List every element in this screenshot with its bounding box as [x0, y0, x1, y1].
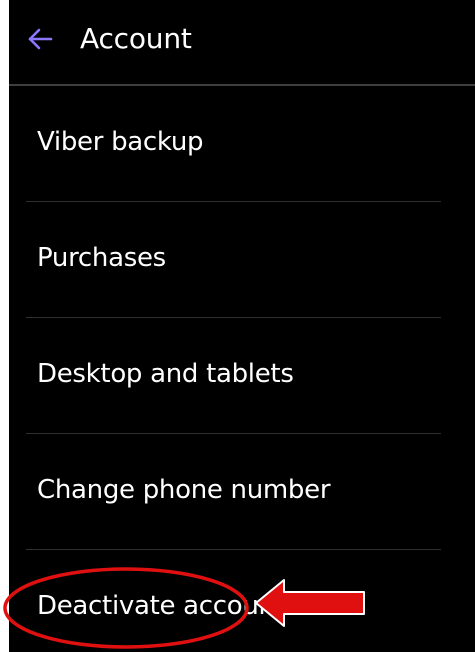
menu-item-label: Deactivate account — [37, 591, 285, 621]
menu-item-change-phone-number[interactable]: Change phone number — [9, 437, 475, 550]
divider — [26, 317, 441, 318]
menu-item-viber-backup[interactable]: Viber backup — [9, 89, 475, 202]
menu-item-label: Change phone number — [37, 475, 331, 505]
menu-item-label: Viber backup — [37, 127, 204, 157]
menu-item-deactivate-account[interactable]: Deactivate account — [9, 553, 475, 652]
menu-item-desktop-and-tablets[interactable]: Desktop and tablets — [9, 321, 475, 434]
app-bar: Account — [9, 0, 475, 86]
menu-item-label: Purchases — [37, 243, 166, 273]
page-title: Account — [80, 22, 192, 55]
account-settings-screen: Account Viber backup Purchases Desktop a… — [9, 0, 475, 652]
divider — [26, 201, 441, 202]
menu-item-label: Desktop and tablets — [37, 359, 294, 389]
divider — [26, 433, 441, 434]
divider — [26, 549, 441, 550]
arrow-left-icon — [28, 28, 53, 50]
menu-item-purchases[interactable]: Purchases — [9, 205, 475, 318]
back-button[interactable] — [23, 22, 57, 56]
